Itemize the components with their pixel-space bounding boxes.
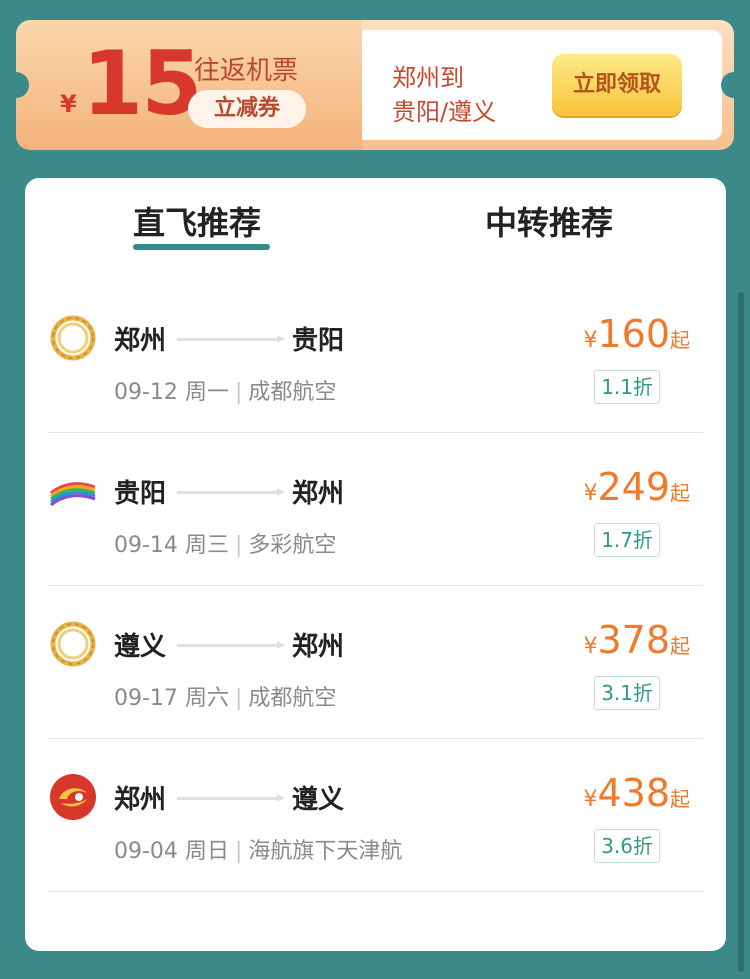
flight-date: 09-17 [114,686,178,711]
price-currency: ¥ [583,634,598,659]
flight-row[interactable]: 遵义 郑州 09-17 周六 | 成都航空 ¥378起 3.1折 [25,586,726,739]
coupon-route-line2: 贵阳/遵义 [392,98,497,126]
arrival-city: 贵阳 [292,326,345,356]
recommendation-card: 直飞推荐 中转推荐 郑州 贵阳 09-12 周一 | 成都航空 ¥160起 1.1折 [25,178,726,951]
flight-meta: 09-17 周六 | 成都航空 [114,680,336,712]
price-value: 438 [597,771,670,815]
arrow-right-icon [277,641,285,649]
discount-badge: 3.6折 [594,829,660,863]
flight-date: 09-14 [114,533,178,558]
flight-price: ¥438起 [583,771,690,815]
airline-name: 成都航空 [248,686,337,711]
flight-row[interactable]: 郑州 贵阳 09-12 周一 | 成都航空 ¥160起 1.1折 [25,280,726,433]
flight-date: 09-04 [114,839,178,864]
arrow-right-icon [277,488,285,496]
price-currency: ¥ [583,787,598,812]
meta-separator: | [234,839,243,864]
colorful-guizhou-airlines-logo-icon [50,482,96,507]
flight-meta: 09-04 周日 | 海航旗下天津航 [114,833,402,865]
meta-separator: | [234,686,243,711]
flight-price: ¥249起 [583,465,690,509]
departure-city: 郑州 [114,326,167,356]
flight-price: ¥160起 [583,312,690,356]
coupon-notch-left [3,72,29,98]
flight-meta: 09-12 周一 | 成都航空 [114,374,336,406]
coupon-route-line1: 郑州到 [392,64,464,92]
route-line [177,491,281,494]
flight-weekday: 周六 [184,686,229,711]
discount-badge: 1.7折 [594,523,660,557]
discount-badge: 3.1折 [594,676,660,710]
price-currency: ¥ [583,481,598,506]
price-value: 160 [597,312,670,356]
coupon-title: 往返机票 [194,56,299,86]
flight-date: 09-12 [114,380,178,405]
meta-separator: | [234,380,243,405]
departure-city: 遵义 [114,632,167,662]
sichuan-airlines-logo-icon [50,315,96,361]
sichuan-airlines-logo-icon [50,621,96,667]
row-divider [48,891,703,892]
price-value: 378 [597,618,670,662]
tianjin-airlines-logo-icon [50,774,96,820]
route-line [177,644,281,647]
flight-price: ¥378起 [583,618,690,662]
flight-row[interactable]: 郑州 遵义 09-04 周日 | 海航旗下天津航 ¥438起 3.6折 [25,739,726,892]
coupon-badge: 立减券 [188,90,306,128]
route-line [177,797,281,800]
flight-weekday: 周一 [184,380,229,405]
price-suffix: 起 [670,634,690,658]
discount-badge: 1.1折 [594,370,660,404]
arrival-city: 郑州 [292,632,345,662]
flight-row[interactable]: 贵阳 郑州 09-14 周三 | 多彩航空 ¥249起 1.7折 [25,433,726,586]
departure-city: 郑州 [114,785,167,815]
coupon-amount: 15 [82,32,202,135]
route-line [177,338,281,341]
flight-meta: 09-14 周三 | 多彩航空 [114,527,336,559]
tab-transfer[interactable]: 中转推荐 [485,198,613,244]
price-suffix: 起 [670,787,690,811]
meta-separator: | [234,533,243,558]
flight-weekday: 周日 [184,839,229,864]
price-suffix: 起 [670,481,690,505]
flight-weekday: 周三 [184,533,229,558]
coupon-banner: ¥ 15 往返机票 立减券 郑州到 贵阳/遵义 立即领取 [3,20,747,150]
airline-name: 海航旗下天津航 [248,839,403,864]
tab-direct[interactable]: 直飞推荐 [133,198,261,244]
scrollbar[interactable] [738,292,744,972]
airline-name: 多彩航空 [248,533,337,558]
claim-coupon-button[interactable]: 立即领取 [552,54,682,116]
arrival-city: 遵义 [292,785,345,815]
price-suffix: 起 [670,328,690,352]
arrow-right-icon [277,794,285,802]
active-tab-indicator [133,244,270,250]
departure-city: 贵阳 [114,479,167,509]
arrival-city: 郑州 [292,479,345,509]
price-currency: ¥ [583,328,598,353]
price-value: 249 [597,465,670,509]
coupon-currency: ¥ [60,90,77,118]
coupon-notch-right [721,72,747,98]
airline-name: 成都航空 [248,380,337,405]
arrow-right-icon [277,335,285,343]
